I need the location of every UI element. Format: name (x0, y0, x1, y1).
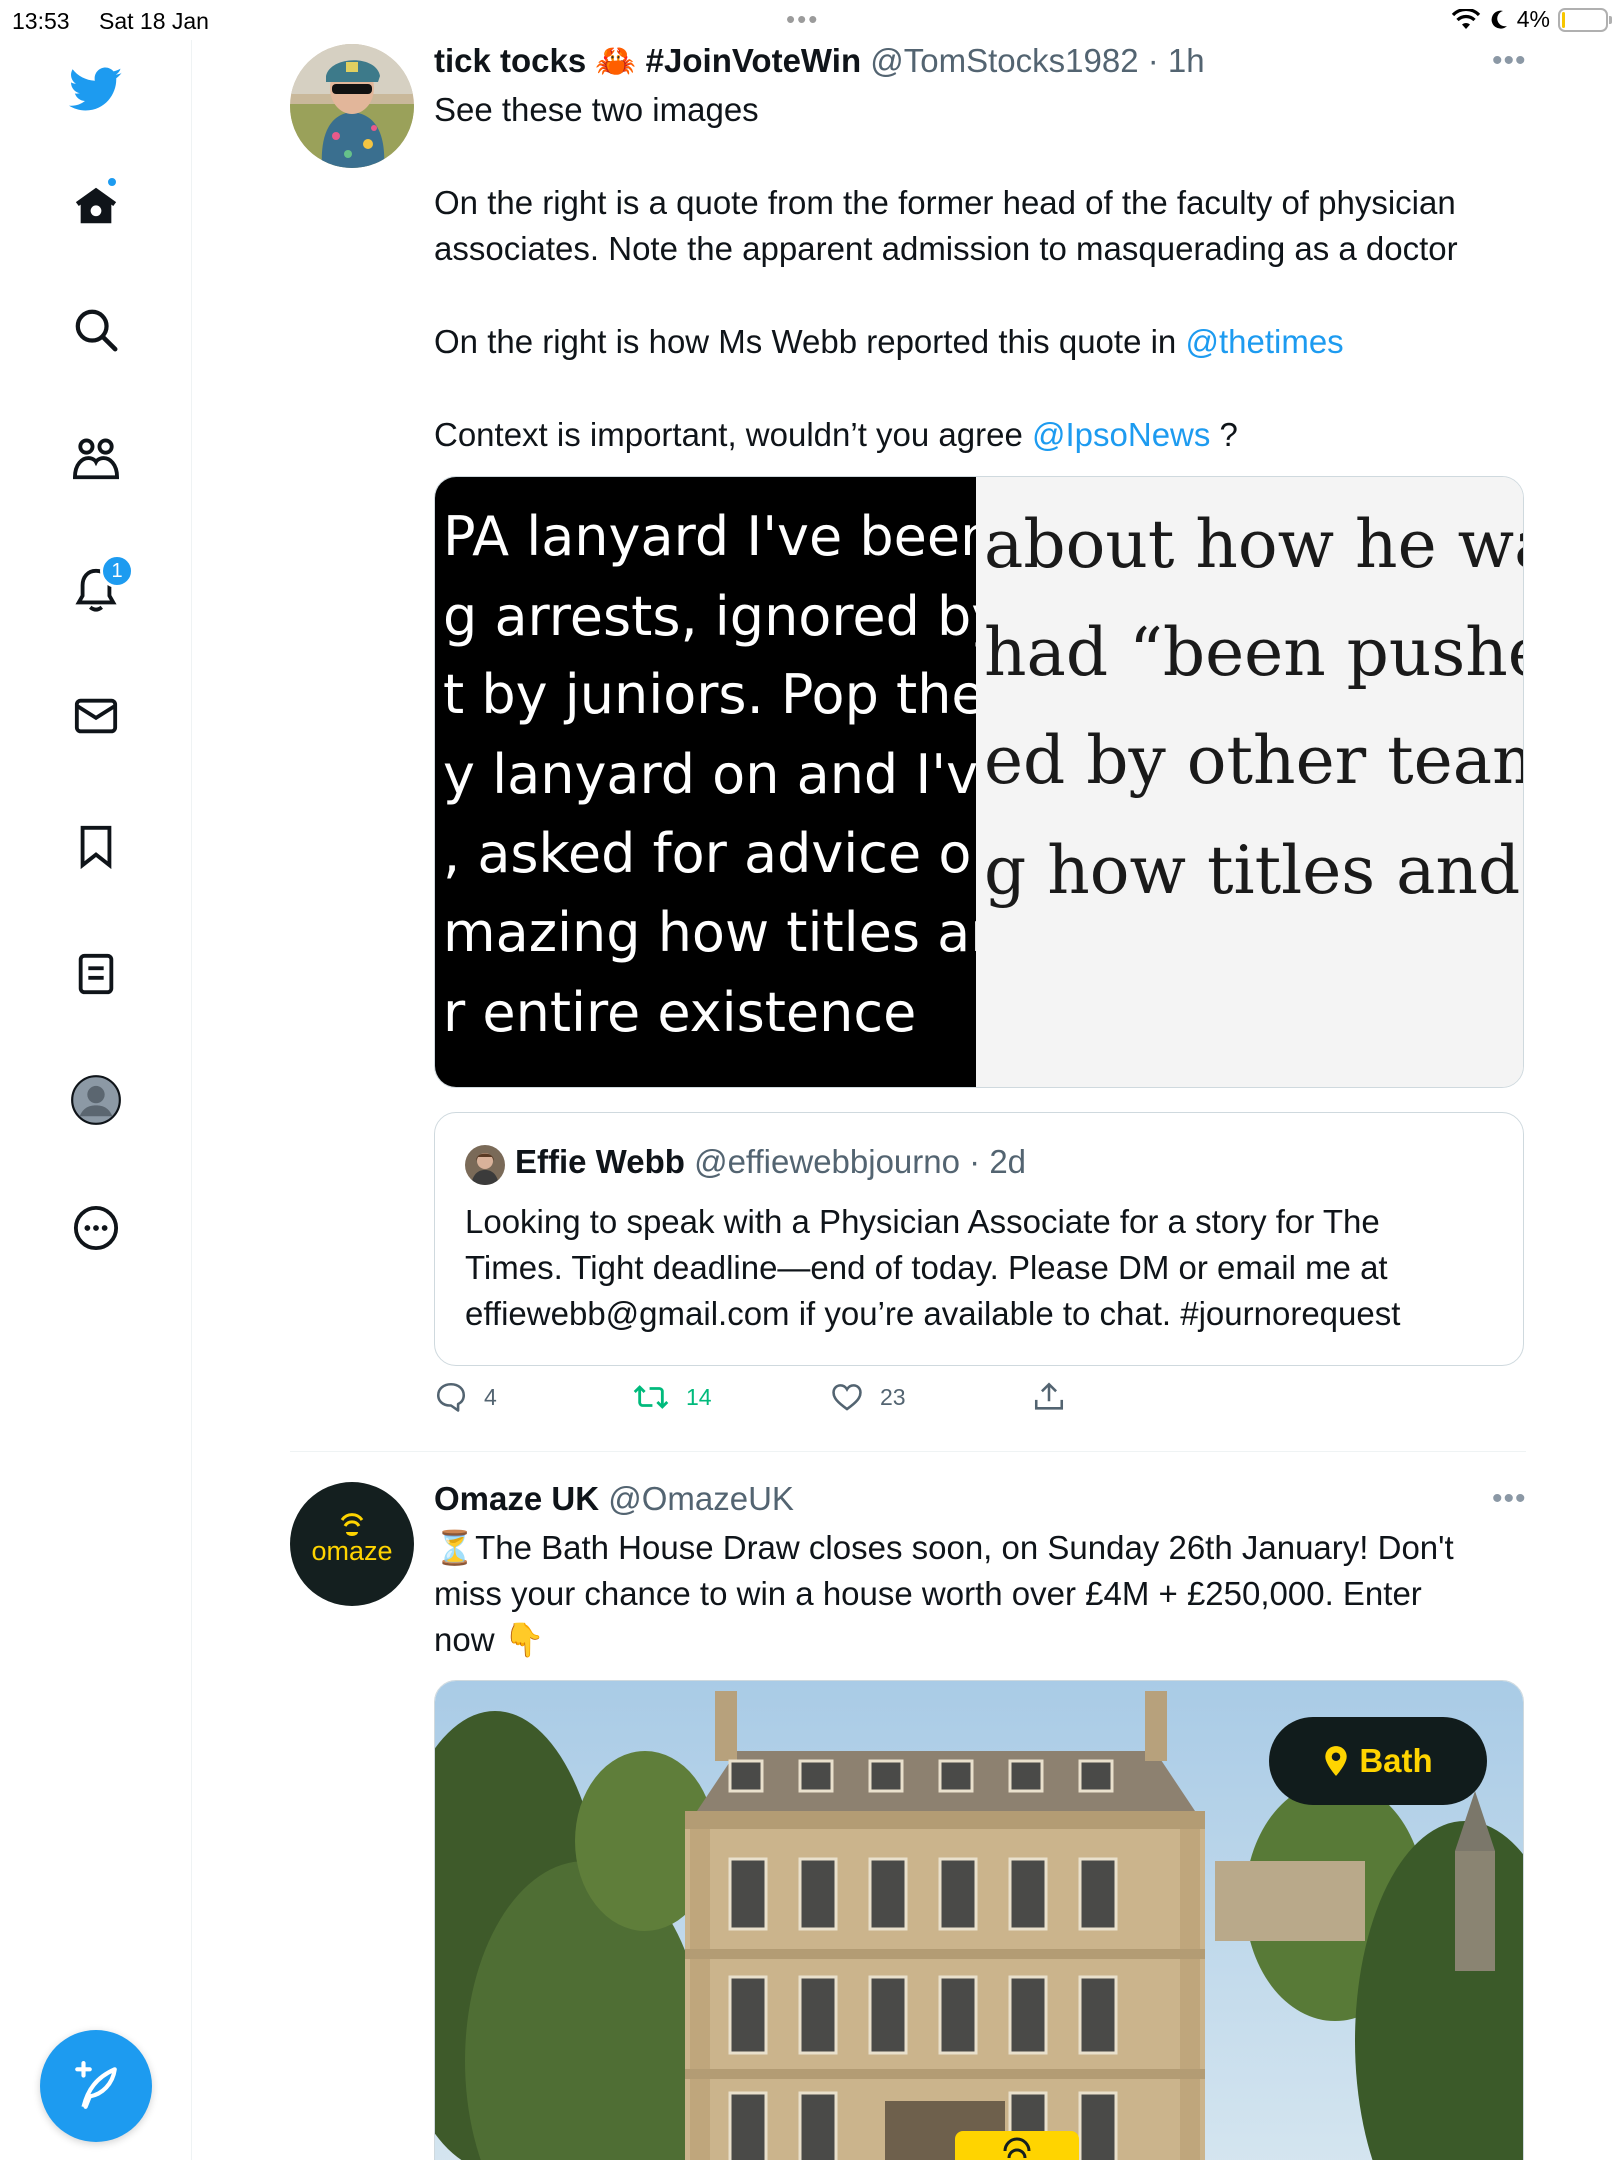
compose-tweet-button[interactable] (40, 2030, 152, 2142)
lists-icon (78, 953, 114, 995)
mention-ipsonews-link[interactable]: @IpsoNews (1032, 416, 1210, 453)
image-right-text-line: had “been pushed (984, 614, 1523, 691)
image-left-text-line: r entire existence (443, 981, 917, 1044)
image-left-text-line: y lanyard on and I've (443, 743, 976, 806)
author-name[interactable]: Omaze UK (434, 1480, 599, 1517)
quoted-author-name[interactable]: Effie Webb (515, 1143, 685, 1180)
tweet-text-line: Context is important, wouldn’t you agree… (434, 412, 1238, 458)
image-right-text-line: ed by other teams (984, 722, 1523, 799)
tweet-header: tick tocks 🦀 #JoinVoteWin @TomStocks1982… (434, 42, 1205, 81)
tweet-text-line: On the right is a quote from the former … (434, 184, 1456, 221)
quoted-tweet-header: Effie Webb @effiewebbjourno · 2d (515, 1143, 1026, 1181)
omaze-avatar-text: omaze (311, 1536, 393, 1566)
home-unread-dot (106, 176, 118, 188)
image-left-text-line: g arrests, ignored by o (443, 585, 976, 648)
image-right-text-line: g how titles and ur (984, 832, 1523, 909)
battery-percent: 4% (1516, 6, 1550, 32)
image-left-text-line: , asked for advice on (443, 822, 976, 885)
avatar-omazeuk[interactable]: omaze (290, 1482, 414, 1606)
quoted-text-line: Times. Tight deadline—end of today. Plea… (465, 1249, 1388, 1286)
home-icon (75, 187, 117, 224)
sidebar-item-communities[interactable] (66, 430, 126, 490)
tweet-text-line: associates. Note the apparent admission … (434, 230, 1458, 267)
heart-icon (832, 1384, 862, 1411)
communities-icon (72, 438, 120, 480)
quoted-text-line: Looking to speak with a Physician Associ… (465, 1203, 1380, 1240)
sidebar-nav: 1 (0, 40, 192, 2160)
avatar-tomstocks[interactable] (290, 44, 414, 168)
avatar-effiewebb[interactable] (465, 1145, 505, 1185)
image-right-text-line: about how he was (984, 506, 1523, 583)
quoted-author-handle[interactable]: @effiewebbjourno (694, 1143, 960, 1180)
tweet-media[interactable]: omaze Bath (434, 1680, 1524, 2160)
retweet-count: 14 (686, 1383, 712, 1410)
notifications-badge: 1 (100, 554, 134, 588)
bookmark-icon (80, 825, 112, 869)
tweet-more-options-icon[interactable]: ••• (1492, 1482, 1527, 1516)
tweet-text-line: On the right is how Ms Webb reported thi… (434, 319, 1344, 365)
search-icon (75, 309, 118, 352)
multitasking-dots-icon[interactable]: ••• (786, 4, 819, 35)
author-handle[interactable]: @OmazeUK (608, 1480, 794, 1517)
mention-thetimes-link[interactable]: @thetimes (1185, 323, 1343, 360)
sidebar-item-more[interactable] (66, 1198, 126, 1258)
quoted-tweet-time[interactable]: · 2d (969, 1143, 1026, 1180)
tweet-image-right[interactable]: about how he was had “been pushed ed by ot… (976, 477, 1523, 1087)
sidebar-item-messages[interactable] (66, 686, 126, 746)
author-name[interactable]: tick tocks 🦀 #JoinVoteWin (434, 42, 861, 79)
do-not-disturb-moon-icon (1491, 10, 1507, 29)
tweet-more-options-icon[interactable]: ••• (1492, 44, 1527, 78)
sidebar-item-home[interactable] (66, 176, 126, 236)
tweet-text-segment: Context is important, wouldn’t you agree (434, 416, 1032, 453)
quoted-tweet[interactable]: Effie Webb @effiewebbjourno · 2d Looking… (434, 1112, 1524, 1366)
tweet-text-line: miss your chance to win a house worth ov… (434, 1575, 1422, 1612)
status-bar: 13:53 Sat 18 Jan ••• 4% (0, 0, 1620, 40)
location-pill-label: Bath (1359, 1742, 1433, 1779)
tweet-text-line: ⏳The Bath House Draw closes soon, on Sun… (434, 1529, 1454, 1566)
retweet-icon (633, 1385, 669, 1409)
tweet-header: Omaze UK @OmazeUK (434, 1480, 794, 1518)
quoted-text-line: effiewebb@gmail.com if you’re available … (465, 1295, 1401, 1332)
messages-envelope-icon (74, 698, 118, 734)
location-pin-icon (1325, 1746, 1347, 1776)
tweet-text-segment: ? (1210, 416, 1238, 453)
more-circle-icon (73, 1205, 119, 1251)
tweet-image-left[interactable]: PA lanyard I've been g arrests, ignored b… (435, 477, 976, 1087)
sidebar-item-notifications[interactable]: 1 (66, 554, 134, 620)
reply-button[interactable]: 4 (434, 1380, 554, 1414)
status-time: 13:53 (12, 8, 70, 34)
tweet-media[interactable]: PA lanyard I've been g arrests, ignored b… (434, 476, 1524, 1088)
twitter-logo-icon[interactable] (66, 60, 126, 120)
image-left-text-line: mazing how titles and (443, 901, 976, 964)
battery-icon (1558, 7, 1612, 32)
sidebar-item-explore[interactable] (66, 300, 126, 360)
author-handle[interactable]: @TomStocks1982 (870, 42, 1138, 79)
tweet-divider (290, 1451, 1526, 1452)
sidebar-item-bookmarks[interactable] (66, 816, 126, 876)
tweet-text-segment: On the right is how Ms Webb reported thi… (434, 323, 1186, 360)
share-button[interactable] (1032, 1380, 1066, 1414)
retweet-button[interactable]: 14 (632, 1380, 752, 1414)
share-icon (1034, 1382, 1064, 1410)
image-left-text-line: t by juniors. Pop the (443, 663, 976, 726)
sidebar-item-lists[interactable] (66, 944, 126, 1004)
like-count: 23 (880, 1383, 906, 1410)
tweet-time[interactable]: · 1h (1148, 42, 1205, 79)
like-button[interactable]: 23 (830, 1380, 950, 1414)
sidebar-item-profile[interactable] (66, 1070, 126, 1130)
compose-tweet-icon (75, 2061, 117, 2109)
status-date: Sat 18 Jan (99, 8, 209, 34)
reply-count: 4 (484, 1383, 497, 1410)
tweet-text-line: now 👇 (434, 1621, 545, 1658)
image-left-text-line: PA lanyard I've been (443, 505, 976, 568)
profile-icon (71, 1075, 121, 1125)
reply-icon (436, 1382, 466, 1412)
wifi-icon (1451, 8, 1480, 29)
tweet-text-line: See these two images (434, 91, 759, 128)
location-pill: Bath (1269, 1717, 1487, 1805)
